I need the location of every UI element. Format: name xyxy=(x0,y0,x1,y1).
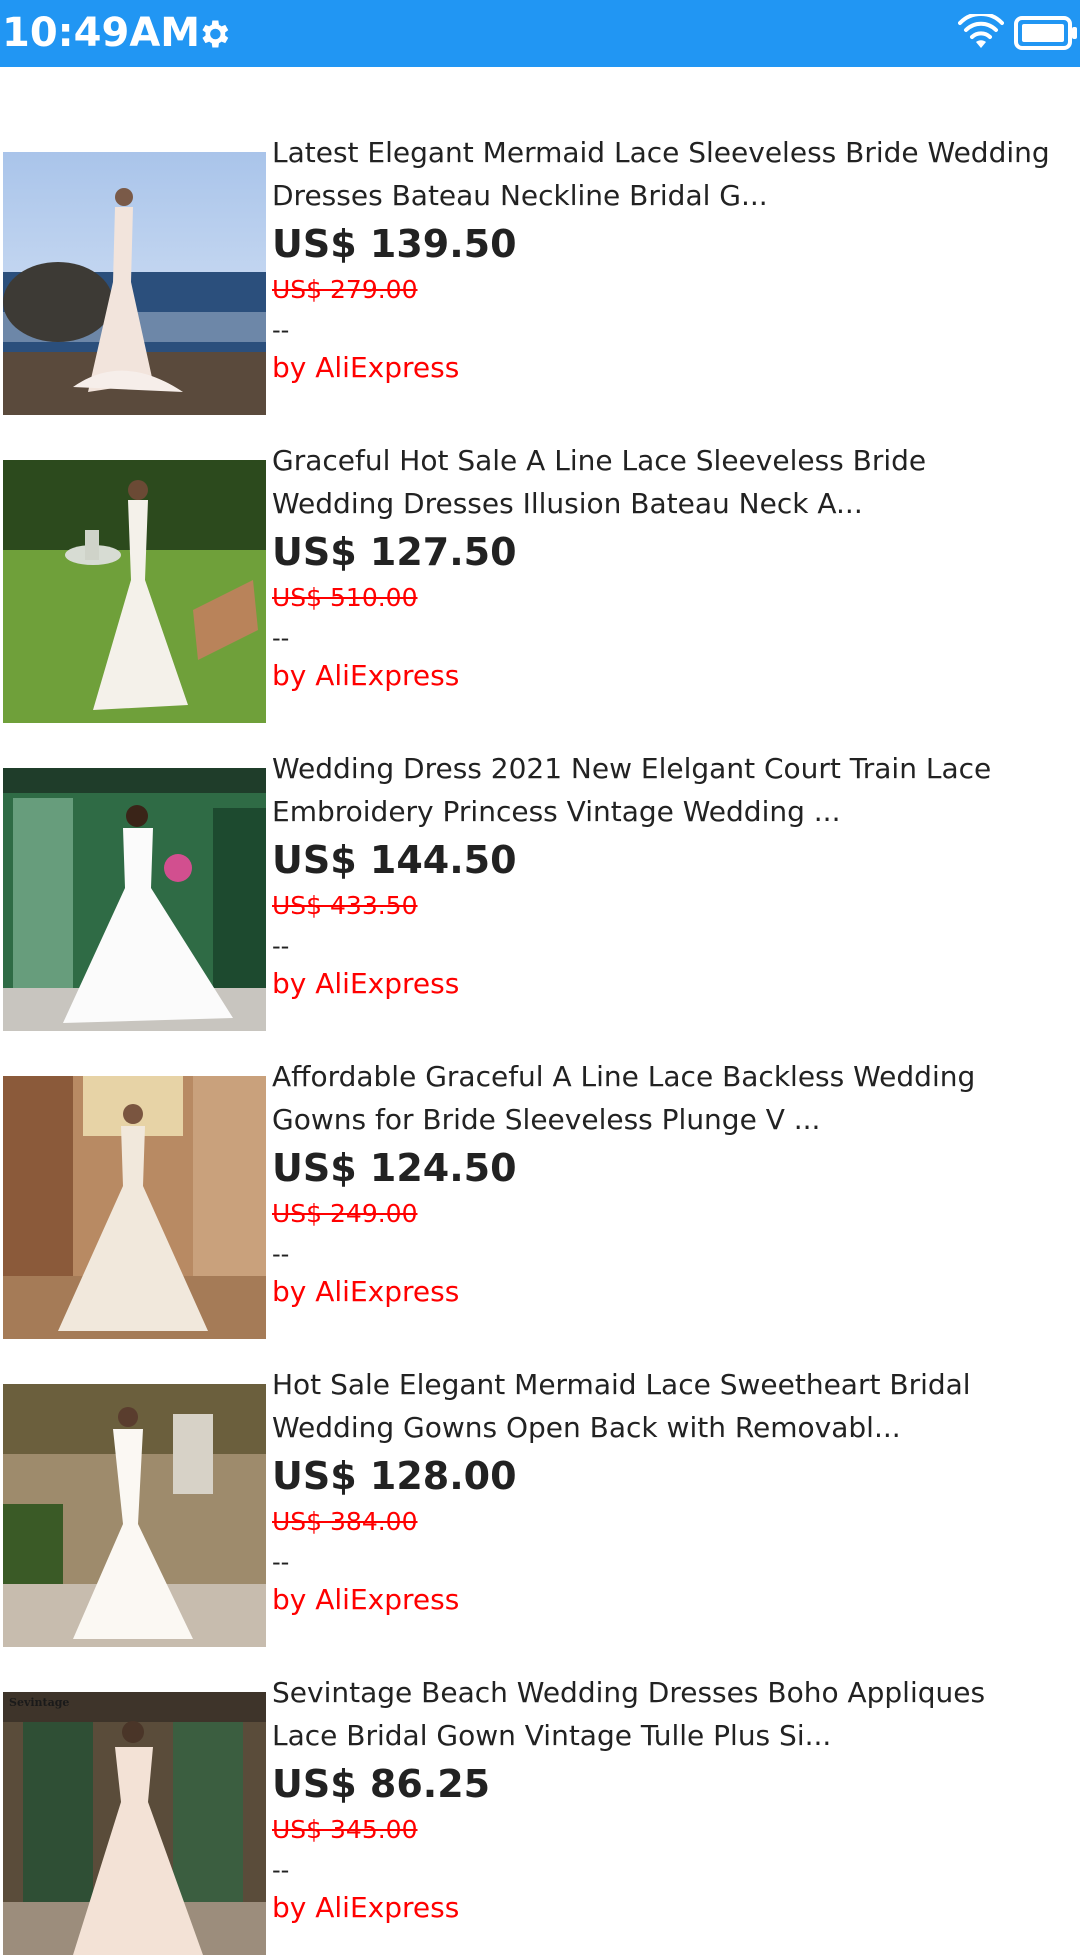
product-item[interactable]: Latest Elegant Mermaid Lace Sleeveless B… xyxy=(0,67,1080,415)
product-title[interactable]: Wedding Dress 2021 New Elelgant Court Tr… xyxy=(272,747,1078,833)
product-item[interactable]: Hot Sale Elegant Mermaid Lace Sweetheart… xyxy=(0,1299,1080,1647)
product-title[interactable]: Affordable Graceful A Line Lace Backless… xyxy=(272,1055,1078,1141)
product-seller[interactable]: by AliExpress xyxy=(272,1890,459,1926)
wifi-icon xyxy=(958,14,1004,48)
gear-icon xyxy=(202,20,229,48)
product-price: US$ 128.00 xyxy=(272,1454,517,1498)
battery-icon xyxy=(1014,16,1077,50)
product-item[interactable]: Affordable Graceful A Line Lace Backless… xyxy=(0,991,1080,1339)
product-rating: -- xyxy=(272,624,290,652)
product-title[interactable]: Sevintage Beach Wedding Dresses Boho App… xyxy=(272,1671,1078,1757)
product-item[interactable]: Sevintage Sevintage Beach Wedding Dresse… xyxy=(0,1607,1080,1955)
status-bar: 10:49AM xyxy=(0,0,1080,67)
product-price: US$ 127.50 xyxy=(272,530,517,574)
product-price: US$ 124.50 xyxy=(272,1146,517,1190)
watermark-text: Sevintage xyxy=(9,1696,69,1709)
product-old-price: US$ 279.00 xyxy=(272,275,418,304)
product-old-price: US$ 510.00 xyxy=(272,583,418,612)
product-price: US$ 86.25 xyxy=(272,1762,491,1806)
product-old-price: US$ 384.00 xyxy=(272,1507,418,1536)
product-rating: -- xyxy=(272,1240,290,1268)
product-rating: -- xyxy=(272,1856,290,1884)
product-old-price: US$ 249.00 xyxy=(272,1199,418,1228)
product-price: US$ 144.50 xyxy=(272,838,517,882)
product-item[interactable]: Wedding Dress 2021 New Elelgant Court Tr… xyxy=(0,683,1080,1031)
product-rating: -- xyxy=(272,932,290,960)
product-old-price: US$ 433.50 xyxy=(272,891,418,920)
product-old-price: US$ 345.00 xyxy=(272,1815,418,1844)
product-rating: -- xyxy=(272,316,290,344)
status-time: 10:49AM xyxy=(2,10,201,56)
product-item[interactable]: Graceful Hot Sale A Line Lace Sleeveless… xyxy=(0,375,1080,723)
product-image[interactable]: Sevintage xyxy=(3,1692,266,1955)
product-rating: -- xyxy=(272,1548,290,1576)
product-title[interactable]: Latest Elegant Mermaid Lace Sleeveless B… xyxy=(272,131,1078,217)
product-title[interactable]: Hot Sale Elegant Mermaid Lace Sweetheart… xyxy=(272,1363,1078,1449)
product-title[interactable]: Graceful Hot Sale A Line Lace Sleeveless… xyxy=(272,439,1078,525)
product-price: US$ 139.50 xyxy=(272,222,517,266)
